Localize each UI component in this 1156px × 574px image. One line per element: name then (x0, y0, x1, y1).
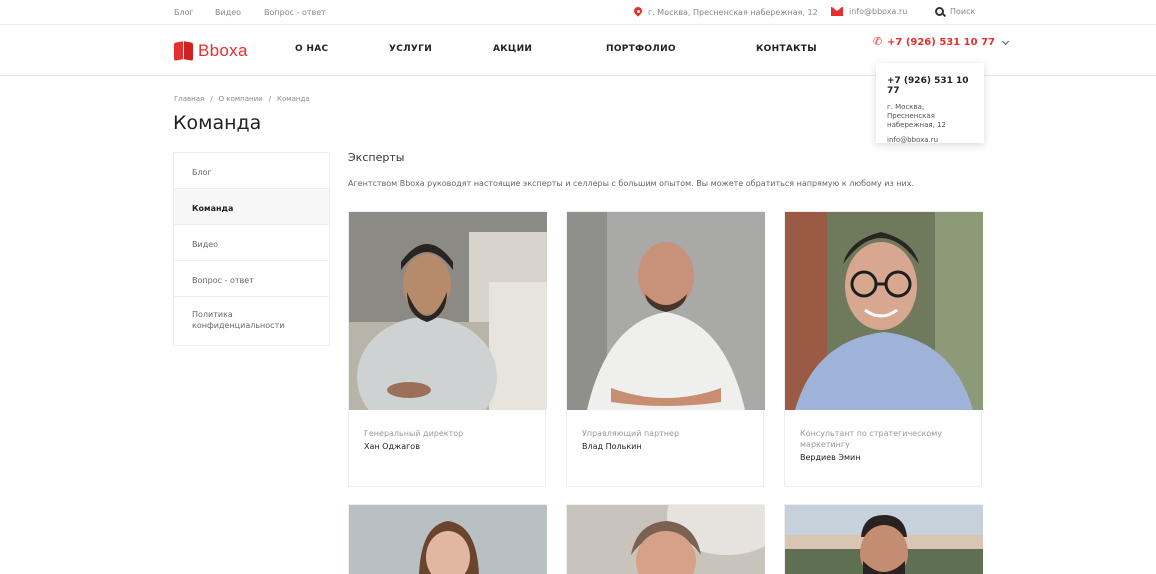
breadcrumb: Главная / О компании / Команда (174, 95, 310, 103)
top-address: г. Москва, Пресненская набережная, 12 (634, 7, 818, 17)
team-card[interactable] (566, 504, 765, 574)
top-link-faq[interactable]: Вопрос - ответ (264, 8, 326, 17)
breadcrumb-home[interactable]: Главная (174, 95, 204, 103)
top-bar: Блог Видео Вопрос - ответ г. Москва, Пре… (0, 0, 1156, 25)
dropdown-phone[interactable]: +7 (926) 531 10 77 (887, 76, 973, 96)
nav-portfolio[interactable]: ПОРТФОЛИО (606, 44, 676, 54)
location-pin-icon (634, 7, 642, 17)
section-description: Агентством Bboxa руководят настоящие экс… (348, 179, 914, 188)
logo-mark-icon (174, 41, 194, 61)
team-card[interactable] (784, 504, 983, 574)
team-photo (785, 212, 983, 410)
team-photo (349, 505, 547, 574)
dropdown-email[interactable]: info@bboxa.ru (887, 136, 973, 144)
breadcrumb-separator: / (210, 95, 213, 103)
team-name: Влад Полькин (582, 442, 642, 451)
team-role: Консультант по стратегическому маркетинг… (800, 429, 942, 449)
logo-text: Bboxa (198, 41, 248, 60)
team-info: Генеральный директор Хан Оджагов (349, 410, 545, 486)
address-text: г. Москва, Пресненская набережная, 12 (648, 7, 818, 17)
logo[interactable]: Bboxa (174, 41, 248, 61)
team-photo (785, 505, 983, 574)
section-title: Эксперты (348, 151, 405, 164)
dropdown-address: г. Москва, Пресненская набережная, 12 (887, 103, 946, 129)
email-text[interactable]: info@bboxa.ru (849, 7, 907, 16)
sidebar-item-faq[interactable]: Вопрос - ответ (174, 261, 329, 297)
team-name: Вердиев Эмин (800, 453, 861, 462)
header-phone[interactable]: +7 (926) 531 10 77 (873, 35, 1010, 48)
top-link-blog[interactable]: Блог (174, 8, 194, 17)
top-email[interactable]: info@bboxa.ru (831, 7, 907, 16)
top-link-video[interactable]: Видео (215, 8, 241, 17)
sidebar-item-blog[interactable]: Блог (174, 153, 329, 189)
team-role: Генеральный директор (364, 429, 464, 438)
team-info: Управляющий партнер Влад Полькин (567, 410, 763, 486)
team-photo (567, 505, 765, 574)
header-phone-number[interactable]: +7 (926) 531 10 77 (887, 37, 995, 48)
team-card[interactable] (348, 504, 547, 574)
nav-promos[interactable]: АКЦИИ (493, 44, 532, 54)
team-card[interactable]: Управляющий партнер Влад Полькин (566, 211, 765, 487)
search-label[interactable]: Поиск (950, 7, 975, 16)
sidebar-item-privacy[interactable]: Политика конфиденциальности (174, 297, 329, 345)
nav-contacts[interactable]: КОНТАКТЫ (756, 44, 817, 54)
breadcrumb-company[interactable]: О компании (219, 95, 263, 103)
nav-services[interactable]: УСЛУГИ (389, 44, 432, 54)
breadcrumb-current: Команда (277, 95, 310, 103)
team-role: Управляющий партнер (582, 429, 680, 438)
sidebar-item-team[interactable]: Команда (174, 189, 329, 225)
team-name: Хан Оджагов (364, 442, 420, 451)
team-photo (349, 212, 547, 410)
team-photo (567, 212, 765, 410)
team-card[interactable]: Консультант по стратегическому маркетинг… (784, 211, 983, 487)
nav-about[interactable]: О НАС (295, 44, 328, 54)
team-info: Консультант по стратегическому маркетинг… (785, 410, 981, 486)
breadcrumb-separator: / (268, 95, 272, 103)
search-button[interactable]: Поиск (935, 7, 975, 16)
phone-icon (873, 35, 883, 48)
envelope-icon (831, 7, 843, 16)
sidebar-menu: Блог Команда Видео Вопрос - ответ Полити… (173, 152, 330, 346)
page-title: Команда (173, 112, 262, 134)
chevron-down-icon[interactable] (1001, 37, 1010, 45)
sidebar-item-video[interactable]: Видео (174, 225, 329, 261)
contact-dropdown: +7 (926) 531 10 77 г. Москва, Пресненска… (876, 63, 984, 144)
team-card[interactable]: Генеральный директор Хан Оджагов (348, 211, 547, 487)
search-icon (935, 7, 944, 16)
